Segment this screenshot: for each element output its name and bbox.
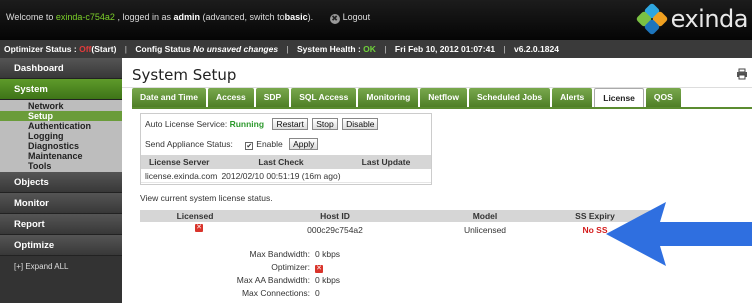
system-health-value: OK (363, 44, 376, 54)
last-check-cell: 2012/02/10 00:51:19 (16m ago) (221, 171, 341, 181)
sidebar-item-maintenance[interactable]: Maintenance (0, 151, 122, 161)
optimizer-value: ✕ (315, 261, 323, 274)
annotation-arrow-icon (606, 202, 752, 266)
sidebar-item-monitor[interactable]: Monitor (0, 193, 122, 214)
sidebar-item-tools[interactable]: Tools (0, 161, 122, 171)
status-bar: Optimizer Status : Off(Start) | Config S… (0, 40, 752, 58)
column-header-model: Model (472, 211, 498, 221)
sidebar-item-diagnostics[interactable]: Diagnostics (0, 141, 122, 151)
config-status-value: No unsaved changes (193, 44, 279, 54)
max-aa-bandwidth-label: Max AA Bandwidth: (236, 275, 310, 285)
license-server-cell: license.exinda.com (145, 171, 218, 181)
tab-alerts[interactable]: Alerts (552, 88, 593, 107)
sidebar: Dashboard System Network Setup Authentic… (0, 58, 122, 303)
max-connections-value: 0 (315, 288, 320, 298)
column-header-last-update: Last Update (361, 157, 411, 167)
version: v6.2.0.1824 (514, 44, 559, 54)
mode-text: (advanced, switch to (202, 12, 285, 22)
tab-qos[interactable]: QOS (645, 88, 681, 107)
sidebar-item-dashboard[interactable]: Dashboard (0, 58, 122, 79)
exinda-logo: exinda (635, 2, 749, 36)
tab-scheduled-jobs[interactable]: Scheduled Jobs (468, 88, 551, 107)
max-connections-label: Max Connections: (241, 288, 310, 298)
optimizer-label: Optimizer: (271, 262, 310, 272)
logout-link[interactable]: ✖ Logout (329, 12, 371, 24)
optimizer-start-link[interactable]: (Start) (91, 44, 116, 54)
tab-access[interactable]: Access (207, 88, 254, 107)
logout-label: Logout (342, 12, 371, 22)
stop-button[interactable]: Stop (312, 118, 338, 130)
model-cell: Unlicensed (463, 225, 507, 235)
cross-icon: ✕ (195, 224, 203, 232)
max-aa-bandwidth-value: 0 kbps (315, 275, 341, 285)
send-status-label: Send Appliance Status: (145, 139, 233, 149)
max-bandwidth-label: Max Bandwidth: (249, 249, 310, 259)
license-service-panel: Auto License Service: Running Restart St… (140, 113, 432, 185)
sidebar-item-optimize[interactable]: Optimize (0, 235, 122, 256)
sidebar-item-network[interactable]: Network (0, 101, 122, 111)
top-header: Welcome to exinda-c754a2 , logged in as … (0, 0, 752, 40)
sidebar-item-logging[interactable]: Logging (0, 131, 122, 141)
host-id-cell: 000c29c754a2 (307, 225, 363, 235)
switch-basic-link[interactable]: basic (285, 12, 308, 22)
page-title: System Setup (132, 66, 237, 84)
hostname: exinda-c754a2 (55, 12, 115, 22)
optimizer-status-value: Off (79, 44, 92, 54)
sidebar-item-authentication[interactable]: Authentication (0, 121, 122, 131)
system-license-header: Licensed Host ID Model SS Expiry (140, 210, 650, 222)
restart-button[interactable]: Restart (272, 118, 308, 130)
enable-checkbox[interactable]: ✔ (245, 142, 254, 150)
auto-license-label: Auto License Service: (145, 119, 228, 129)
mode-end-text: ). (307, 12, 314, 22)
sidebar-item-report[interactable]: Report (0, 214, 122, 235)
license-intro-text: View current system license status. (140, 193, 273, 203)
welcome-message: Welcome to exinda-c754a2 , logged in as … (6, 12, 370, 24)
column-header-license-server: License Server (149, 157, 210, 167)
optimizer-status-label: Optimizer Status : (4, 44, 77, 54)
apply-button[interactable]: Apply (289, 138, 319, 150)
system-health-label: System Health : (297, 44, 361, 54)
table-row: license.exinda.com 2012/02/10 00:51:19 (… (141, 169, 431, 183)
tab-license[interactable]: License (594, 88, 644, 107)
max-bandwidth-value: 0 kbps (315, 249, 341, 259)
sidebar-item-system[interactable]: System (0, 79, 122, 100)
config-status-label: Config Status (135, 44, 191, 54)
sidebar-item-objects[interactable]: Objects (0, 172, 122, 193)
column-header-host-id: Host ID (320, 211, 350, 221)
username: admin (173, 12, 201, 22)
column-header-last-check: Last Check (258, 157, 304, 167)
license-server-table: License Server Last Check Last Update li… (141, 155, 431, 183)
cross-icon: ✕ (315, 265, 323, 273)
logout-icon: ✖ (329, 14, 340, 24)
auto-license-status: Running (229, 119, 265, 129)
datetime: Fri Feb 10, 2012 01:07:41 (394, 44, 496, 54)
enable-label: Enable (256, 139, 283, 149)
print-icon[interactable] (736, 68, 748, 80)
logo-text: exinda (670, 5, 749, 33)
welcome-prefix: Welcome to (6, 12, 54, 22)
logo-mark-icon (635, 2, 669, 36)
sidebar-item-setup[interactable]: Setup (0, 111, 122, 121)
disable-button[interactable]: Disable (342, 118, 379, 130)
expand-all-link[interactable]: [+] Expand ALL (0, 256, 122, 278)
tab-bar: Date and Time Access SDP SQL Access Moni… (132, 88, 683, 107)
tab-sdp[interactable]: SDP (255, 88, 290, 107)
logged-in-as-text: , logged in as (117, 12, 171, 22)
tab-monitoring[interactable]: Monitoring (358, 88, 419, 107)
table-row: ✕ 000c29c754a2 Unlicensed No SS (140, 224, 650, 237)
tab-netflow[interactable]: Netflow (420, 88, 467, 107)
tab-sql-access[interactable]: SQL Access (291, 88, 357, 107)
column-header-licensed: Licensed (176, 211, 214, 221)
last-update-cell (341, 169, 431, 182)
tab-date-and-time[interactable]: Date and Time (132, 88, 206, 107)
system-submenu: Network Setup Authentication Logging Dia… (0, 100, 122, 172)
